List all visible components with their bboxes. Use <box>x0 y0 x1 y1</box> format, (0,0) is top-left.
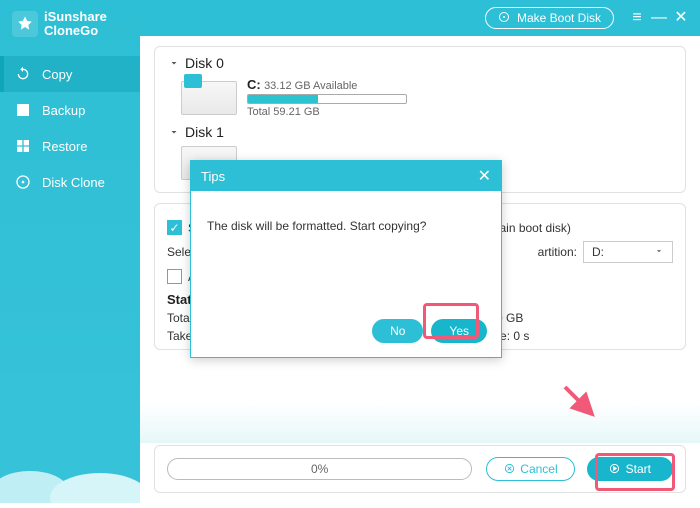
start-button[interactable]: Start <box>587 457 673 481</box>
play-icon <box>609 463 621 475</box>
nav-copy-label: Copy <box>42 67 72 82</box>
checkbox-checked-icon[interactable]: ✓ <box>167 220 182 235</box>
titlebar: Make Boot Disk ≡ ― ✕ <box>140 0 700 36</box>
dialog-title: Tips <box>201 169 225 184</box>
nav-backup-label: Backup <box>42 103 85 118</box>
nav-diskclone-label: Disk Clone <box>42 175 105 190</box>
make-boot-label: Make Boot Disk <box>517 11 601 25</box>
disk0-vol-total: Total 59.21 GB <box>247 106 407 118</box>
minimize-button[interactable]: ― <box>648 10 670 26</box>
disk0-label: Disk 0 <box>185 55 224 71</box>
grid-icon <box>14 137 32 155</box>
dialog-no-button[interactable]: No <box>372 319 423 343</box>
target-partition-select[interactable]: D: <box>583 241 673 263</box>
cancel-icon <box>503 463 515 475</box>
brand-name-line2: CloneGo <box>44 24 107 38</box>
dialog-yes-button[interactable]: Yes <box>431 319 487 343</box>
nav-backup[interactable]: Backup <box>0 92 140 128</box>
brand-name-line1: iSunshare <box>44 10 107 24</box>
cancel-button[interactable]: Cancel <box>486 457 574 481</box>
dialog-close-button[interactable]: ✕ <box>478 166 491 186</box>
brand-logo: iSunshare CloneGo <box>0 0 140 52</box>
close-button[interactable]: ✕ <box>670 10 692 26</box>
nav-restore[interactable]: Restore <box>0 128 140 164</box>
sync-icon <box>14 65 32 83</box>
chevron-down-icon <box>167 125 181 139</box>
disk0-vol-name: C: <box>247 77 261 92</box>
dialog-header: Tips ✕ <box>191 161 501 191</box>
nav-diskclone[interactable]: Disk Clone <box>0 164 140 200</box>
partition-suffix-label: artition: <box>538 245 577 259</box>
start-label: Start <box>626 462 651 476</box>
nav-copy[interactable]: Copy <box>0 56 140 92</box>
disk1-label: Disk 1 <box>185 124 224 140</box>
menu-button[interactable]: ≡ <box>626 10 648 26</box>
sidebar: iSunshare CloneGo Copy Backup Restore Di… <box>0 0 140 503</box>
boot-disk-icon <box>498 11 512 25</box>
disk0-volume[interactable]: C: 33.12 GB Available Total 59.21 GB <box>167 75 673 124</box>
chevron-down-icon <box>167 56 181 70</box>
progress-bar: 0% <box>167 458 472 480</box>
app-root: iSunshare CloneGo Copy Backup Restore Di… <box>0 0 700 503</box>
nav-list: Copy Backup Restore Disk Clone <box>0 56 140 200</box>
chevron-down-icon <box>654 245 664 259</box>
disk1-toggle[interactable]: Disk 1 <box>167 124 673 140</box>
tips-dialog: Tips ✕ The disk will be formatted. Start… <box>190 160 502 358</box>
sidebar-clouds-decor <box>0 443 140 503</box>
brand-mark-icon <box>12 11 38 37</box>
target-partition-value: D: <box>592 245 604 259</box>
dialog-footer: No Yes <box>191 311 501 357</box>
checkbox-unchecked-icon[interactable] <box>167 269 182 284</box>
plus-box-icon <box>14 101 32 119</box>
disk-icon <box>14 173 32 191</box>
progress-text: 0% <box>311 462 328 476</box>
disk0-vol-avail: 33.12 GB Available <box>264 80 357 92</box>
make-boot-disk-button[interactable]: Make Boot Disk <box>485 7 614 29</box>
dialog-message: The disk will be formatted. Start copyin… <box>207 219 426 233</box>
volume-thumb-icon <box>181 81 237 115</box>
disk0-toggle[interactable]: Disk 0 <box>167 55 673 71</box>
footer: 0% Cancel Start <box>154 445 686 493</box>
disk0-usage-bar <box>247 94 407 104</box>
cancel-label: Cancel <box>520 462 557 476</box>
dialog-body: The disk will be formatted. Start copyin… <box>191 191 501 311</box>
nav-restore-label: Restore <box>42 139 88 154</box>
